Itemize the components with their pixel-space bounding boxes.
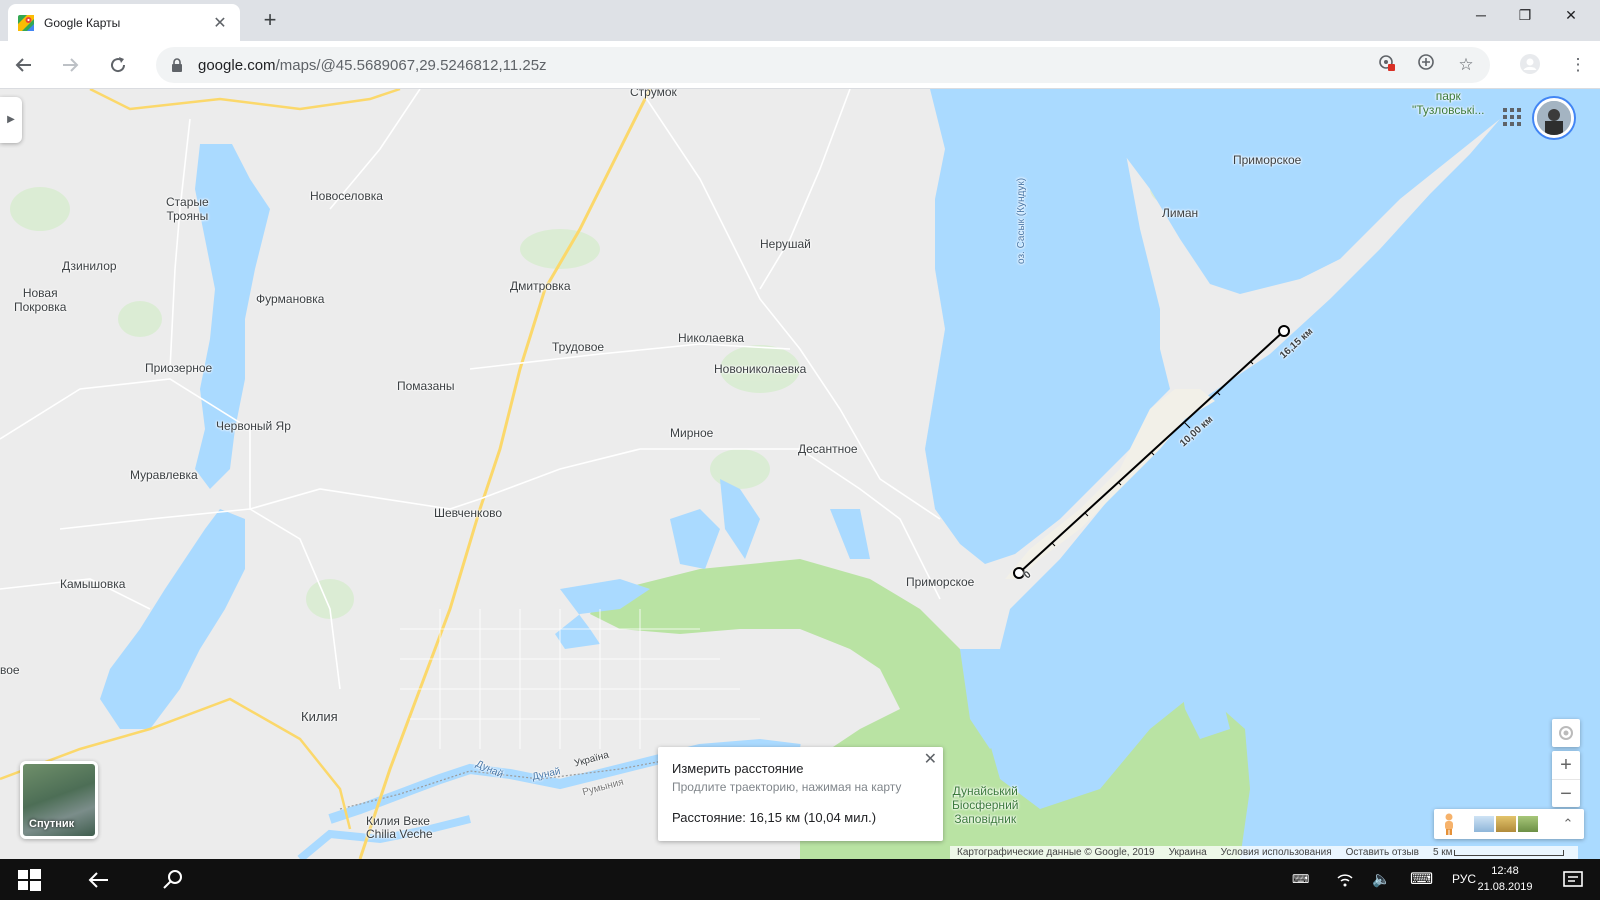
windows-taskbar: ⌨ 🔈 ⌨ РУС 12:48 21.08.2019 (0, 859, 1600, 900)
imagery-thumb-1[interactable] (1474, 816, 1494, 832)
google-maps-icon (18, 14, 34, 31)
measure-hint: Продлите траекторию, нажимая на карту (672, 780, 902, 794)
imagery-thumb-3[interactable] (1518, 816, 1538, 832)
url-path: /maps/@45.5689067,29.5246812,11.25z (275, 56, 547, 74)
avatar-photo-icon (1537, 101, 1571, 135)
back-button[interactable] (10, 51, 38, 79)
forward-arrow-icon (63, 58, 79, 72)
place-label: Десантное (798, 442, 858, 456)
windows-start-icon[interactable] (16, 867, 42, 893)
place-label: Новониколаевка (714, 362, 807, 376)
imagery-thumb-2[interactable] (1496, 816, 1516, 832)
new-tab-button[interactable]: + (258, 8, 282, 32)
place-label: Муравлевка (130, 468, 198, 482)
scale-bar (1453, 849, 1564, 856)
attribution-data: Картографические данные © Google, 2019 (957, 847, 1155, 858)
attribution-country[interactable]: Украина (1162, 847, 1214, 858)
satellite-label: Спутник (29, 818, 75, 830)
place-label: Приозерное (145, 361, 213, 375)
place-label: Килия (301, 709, 338, 724)
street-view-bar: ⌃ (1434, 809, 1584, 839)
clock-date: 21.08.2019 (1477, 881, 1533, 893)
measure-title: Измерить расстояние (672, 761, 804, 776)
place-label: Приморское (906, 575, 975, 589)
place-label: Фурмановка (256, 292, 325, 306)
search-icon[interactable] (160, 867, 186, 893)
place-label: Нерушай (760, 237, 811, 251)
satellite-layer-toggle[interactable]: Спутник (20, 761, 98, 839)
browser-tab-google-maps[interactable]: Google Карты ✕ (8, 4, 240, 41)
close-icon[interactable]: ✕ (924, 749, 937, 769)
place-label: Помазаны (397, 379, 455, 393)
place-label-reserve: Дунайський Біосферний Заповідник (952, 784, 1019, 826)
place-label-cut: вое (0, 663, 20, 677)
my-location-button[interactable] (1552, 719, 1580, 747)
measure-ticks (1051, 360, 1254, 547)
close-tab-icon[interactable]: ✕ (210, 13, 230, 33)
keyboard-layout-icon[interactable]: ⌨ (1292, 859, 1309, 900)
pegman-icon[interactable] (1442, 813, 1456, 835)
url-host: google.com (198, 56, 276, 74)
terms-link[interactable]: Условия использования (1214, 847, 1339, 858)
place-label: Лиман (1162, 206, 1199, 220)
place-label: Килия Веке Chilia Veche (366, 814, 433, 841)
lake-label: оз. Сасык (Кундук) (1016, 177, 1027, 264)
reload-icon (111, 57, 126, 73)
zoom-controls: + − (1552, 751, 1580, 807)
notification-center-icon[interactable] (1560, 867, 1586, 893)
measure-end-point[interactable] (1278, 325, 1290, 337)
clock-time: 12:48 (1491, 865, 1519, 877)
forward-button[interactable] (56, 51, 84, 79)
measure-path[interactable] (0, 89, 1600, 859)
expand-imagery-icon[interactable]: ⌃ (1558, 813, 1578, 835)
place-label: Шевченково (434, 506, 503, 520)
place-label: Мирное (670, 426, 714, 440)
place-label: Камышовка (60, 577, 126, 591)
place-label: Новоселовка (310, 189, 383, 203)
place-label: Дмитровка (510, 279, 571, 293)
profile-icon[interactable] (1518, 53, 1542, 77)
place-label: Струмок (630, 89, 677, 99)
minimize-button[interactable]: ─ (1458, 0, 1504, 30)
my-location-icon (1559, 726, 1573, 740)
address-bar[interactable]: google.com/maps/@45.5689067,29.5246812,1… (156, 47, 1490, 83)
place-label: Приморское (1233, 153, 1302, 167)
url-text: google.com/maps/@45.5689067,29.5246812,1… (198, 57, 547, 74)
back-arrow-icon (15, 58, 31, 72)
wifi-icon[interactable] (1336, 859, 1354, 900)
browser-menu-icon[interactable]: ⋮ (1566, 53, 1590, 77)
place-label: Новая Покровка (14, 286, 67, 314)
place-label: Старые Трояны (166, 195, 209, 223)
measure-distance-card: Измерить расстояние Продлите траекторию,… (658, 747, 943, 841)
zoom-in-button[interactable]: + (1552, 751, 1580, 779)
zoom-out-button[interactable]: − (1552, 779, 1580, 807)
browser-title-bar: Google Карты ✕ + ─ ❐ ✕ (0, 0, 1600, 41)
google-apps-icon[interactable] (1502, 107, 1522, 127)
close-window-button[interactable]: ✕ (1548, 0, 1594, 30)
place-label-park: парк "Тузловські... (1412, 89, 1485, 117)
measure-distance: Расстояние: 16,15 км (10,04 мил.) (672, 810, 877, 825)
system-clock[interactable]: 12:48 21.08.2019 (1470, 863, 1540, 895)
volume-icon[interactable]: 🔈 (1372, 859, 1391, 900)
back-arrow-icon[interactable] (86, 867, 112, 893)
map-canvas[interactable]: 0 10,00 км 16,15 км Струмок Новоселовка … (0, 89, 1600, 859)
bookmark-star-icon[interactable]: ☆ (1454, 53, 1478, 77)
place-label: Дзинилор (62, 259, 117, 273)
reload-button[interactable] (104, 51, 132, 79)
location-blocked-icon[interactable] (1374, 53, 1398, 77)
expand-side-panel-button[interactable]: ▶ (0, 97, 22, 143)
place-label: Трудовое (552, 340, 605, 354)
install-app-icon[interactable] (1414, 53, 1438, 77)
browser-toolbar: google.com/maps/@45.5689067,29.5246812,1… (0, 41, 1600, 89)
place-label: Червоный Яр (216, 419, 291, 433)
account-avatar[interactable] (1534, 98, 1574, 138)
place-label: Николаевка (678, 331, 745, 345)
restore-button[interactable]: ❐ (1502, 0, 1548, 30)
lock-icon (172, 58, 182, 72)
touch-keyboard-icon[interactable]: ⌨ (1410, 859, 1433, 900)
map-attribution: Картографические данные © Google, 2019 У… (950, 846, 1578, 859)
tab-title: Google Карты (44, 15, 121, 30)
feedback-link[interactable]: Оставить отзыв (1339, 847, 1426, 858)
